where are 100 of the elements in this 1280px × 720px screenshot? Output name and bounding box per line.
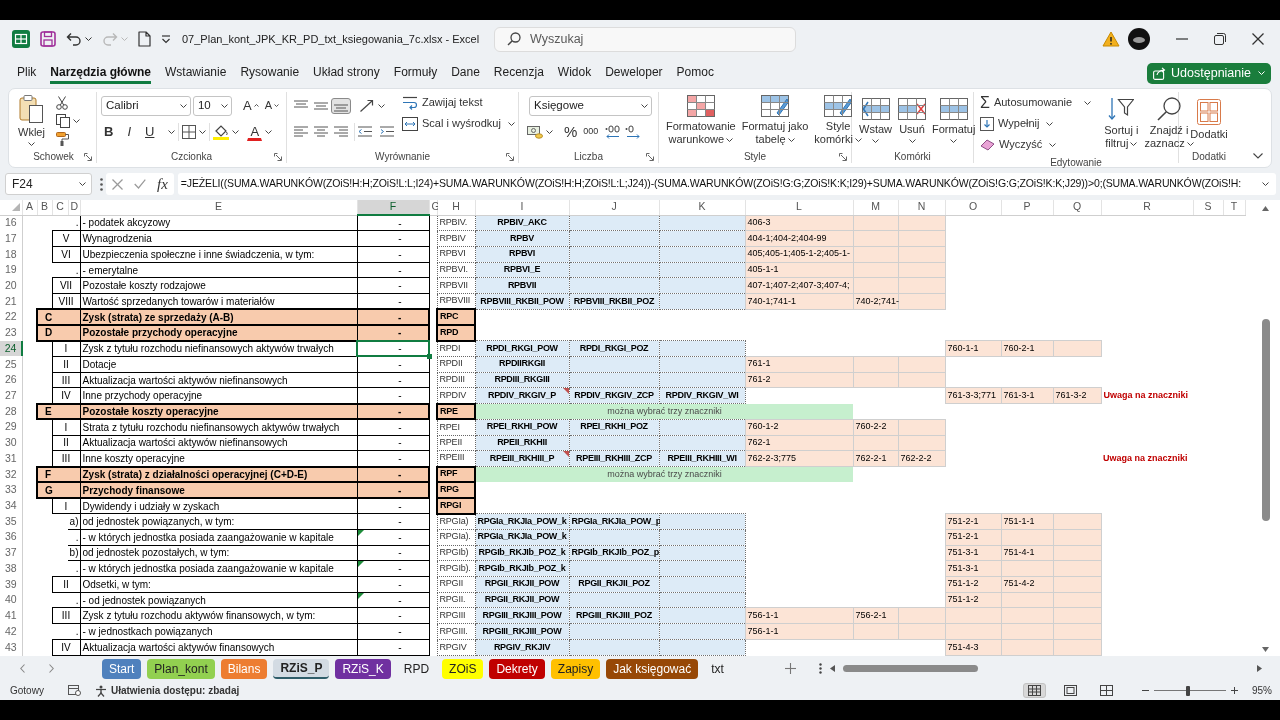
row-header[interactable]: 33	[0, 482, 22, 498]
decimal-arrow-icon[interactable]	[605, 124, 622, 139]
sheet-tab[interactable]: RPD	[396, 658, 437, 679]
bold-button[interactable]: B	[101, 123, 117, 140]
row-header[interactable]: 31	[0, 450, 22, 467]
row-header[interactable]: 30	[0, 435, 22, 451]
row-header[interactable]: 26	[0, 372, 22, 388]
scrollbar-thumb[interactable]	[1261, 319, 1270, 521]
column-header[interactable]: H	[437, 200, 475, 215]
share-button[interactable]: Udostępnianie	[1147, 62, 1271, 84]
sheet-tab[interactable]: Zapisy	[550, 658, 601, 679]
column-header[interactable]: L	[745, 200, 853, 215]
shrink-font-button[interactable]: A	[261, 98, 282, 113]
name-box[interactable]: F24	[5, 173, 92, 195]
dialog-launcher-icon[interactable]	[506, 152, 514, 161]
restore-icon[interactable]	[1214, 33, 1226, 45]
decimal-arrow-icon[interactable]	[625, 124, 642, 139]
scroll-left-icon[interactable]	[830, 665, 835, 672]
caret-icon[interactable]	[1186, 142, 1194, 147]
selected-cell[interactable]: -	[357, 340, 429, 357]
scroll-up-icon[interactable]	[1262, 206, 1270, 211]
caret-icon[interactable]	[1262, 182, 1269, 186]
merge-button[interactable]: Scal i wyśrodkuj	[400, 113, 517, 134]
scroll-right-icon[interactable]	[1257, 665, 1262, 672]
sort-filter-button[interactable]: Sortuj i filtruj	[1101, 92, 1142, 155]
sheet-tab[interactable]: Start	[102, 658, 142, 679]
row-header[interactable]: 37	[0, 545, 22, 561]
column-header[interactable]: S	[1193, 200, 1223, 215]
caret-icon[interactable]	[787, 138, 795, 143]
menu-tab[interactable]: Formuły	[393, 61, 438, 85]
more-icon[interactable]	[819, 663, 822, 674]
sheet-tab[interactable]: RZiS_K	[335, 658, 391, 679]
column-header[interactable]: T	[1223, 200, 1245, 215]
menu-tab[interactable]: Układ strony	[313, 61, 380, 85]
underline-button[interactable]: U	[142, 123, 158, 140]
column-header[interactable]: Q	[1053, 200, 1101, 215]
row-header[interactable]: 17	[0, 230, 22, 247]
percent-button[interactable]: %	[561, 122, 581, 141]
row-header[interactable]: 39	[0, 576, 22, 593]
row-header[interactable]: 21	[0, 293, 22, 310]
column-header[interactable]: I	[475, 200, 569, 215]
sheet-record-icon[interactable]	[67, 685, 81, 696]
wrap-text-button[interactable]: Zawijaj tekst	[400, 92, 517, 113]
indent-increase-icon[interactable]	[380, 126, 394, 137]
check-icon[interactable]	[134, 179, 146, 189]
caret-icon[interactable]	[872, 138, 879, 143]
row-header[interactable]: 25	[0, 356, 22, 373]
row-header[interactable]: 42	[0, 623, 22, 640]
add-icon[interactable]	[784, 663, 796, 674]
save-icon[interactable]	[40, 31, 56, 47]
insert-function-button[interactable]: fx	[157, 176, 168, 192]
warning-icon[interactable]	[1102, 31, 1120, 47]
column-header[interactable]: E	[80, 200, 357, 215]
menu-tab[interactable]: Plik	[17, 61, 37, 85]
caret-icon[interactable]	[950, 138, 958, 143]
column-header[interactable]: M	[853, 200, 898, 215]
chevron-left-icon[interactable]	[20, 664, 25, 673]
thousands-button[interactable]: 000	[580, 125, 602, 138]
dialog-launcher-icon[interactable]	[84, 152, 92, 161]
font-size-field[interactable]: 10	[192, 95, 232, 116]
cancel-icon[interactable]	[112, 178, 123, 190]
dialog-launcher-icon[interactable]	[646, 152, 654, 161]
fill-handle-icon[interactable]	[426, 353, 432, 359]
row-header[interactable]: 35	[0, 513, 22, 530]
clear-button[interactable]: Wyczyść	[978, 134, 1094, 155]
customize-icon[interactable]	[161, 34, 171, 44]
menu-tab[interactable]: Recenzja	[493, 61, 544, 85]
delete-button[interactable]: Usuń	[895, 92, 929, 149]
caret-icon[interactable]	[854, 138, 862, 143]
row-header[interactable]: 41	[0, 607, 22, 624]
scroll-down-icon[interactable]	[1262, 647, 1270, 652]
avatar-icon[interactable]	[1128, 28, 1150, 50]
caret-icon[interactable]	[221, 103, 228, 108]
document-icon[interactable]	[138, 31, 151, 47]
caret-icon[interactable]	[378, 103, 385, 108]
row-header[interactable]: 20	[0, 277, 22, 294]
row-header[interactable]: 18	[0, 246, 22, 263]
caret-icon[interactable]	[199, 129, 207, 134]
font-name-field[interactable]: Calibri	[101, 95, 191, 116]
sheet-tab[interactable]: Plan_kont	[147, 658, 215, 679]
more-icon[interactable]	[100, 177, 103, 191]
caret-icon[interactable]	[179, 103, 187, 108]
caret-icon[interactable]	[507, 121, 515, 126]
row-header[interactable]: 34	[0, 497, 22, 514]
column-header[interactable]: R	[1101, 200, 1193, 215]
caret-icon[interactable]	[72, 119, 80, 123]
accessibility-button[interactable]: Ułatwienia dostępu: zbadaj	[94, 683, 240, 698]
menu-tab[interactable]: Widok	[557, 61, 592, 85]
bottom-align-button[interactable]	[331, 97, 351, 114]
column-header[interactable]: K	[659, 200, 745, 215]
caret-icon[interactable]	[908, 138, 916, 143]
sheet-tab[interactable]: txt	[704, 658, 731, 679]
menu-tab[interactable]: Pomoc	[676, 61, 714, 85]
grid-border-icon[interactable]	[182, 124, 197, 139]
paintbrush-icon[interactable]	[55, 132, 70, 146]
row-header[interactable]: 27	[0, 387, 22, 404]
zoom-slider-thumb[interactable]	[1185, 685, 1190, 696]
copy-icon[interactable]	[55, 114, 70, 128]
close-icon[interactable]	[1252, 33, 1264, 45]
row-header[interactable]: 22	[0, 309, 22, 326]
